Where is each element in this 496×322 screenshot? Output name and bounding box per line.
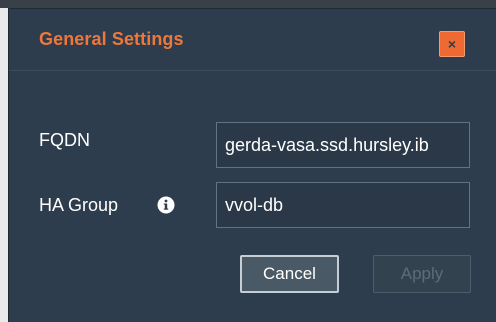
- fqdn-label: FQDN: [39, 130, 90, 150]
- ha-group-label: HA Group: [39, 195, 119, 215]
- close-icon: ×: [447, 36, 457, 52]
- dialog-title: General Settings: [39, 29, 184, 49]
- cancel-button[interactable]: Cancel: [240, 255, 339, 293]
- general-settings-dialog: General Settings × FQDN HA Group Cancel …: [8, 8, 496, 322]
- close-button[interactable]: ×: [439, 31, 465, 57]
- info-icon[interactable]: [157, 196, 175, 214]
- background-strip: [0, 0, 496, 8]
- dialog-header: General Settings ×: [9, 9, 496, 71]
- fqdn-field[interactable]: [216, 122, 470, 168]
- ha-group-field[interactable]: [216, 182, 470, 228]
- apply-button[interactable]: Apply: [373, 255, 471, 293]
